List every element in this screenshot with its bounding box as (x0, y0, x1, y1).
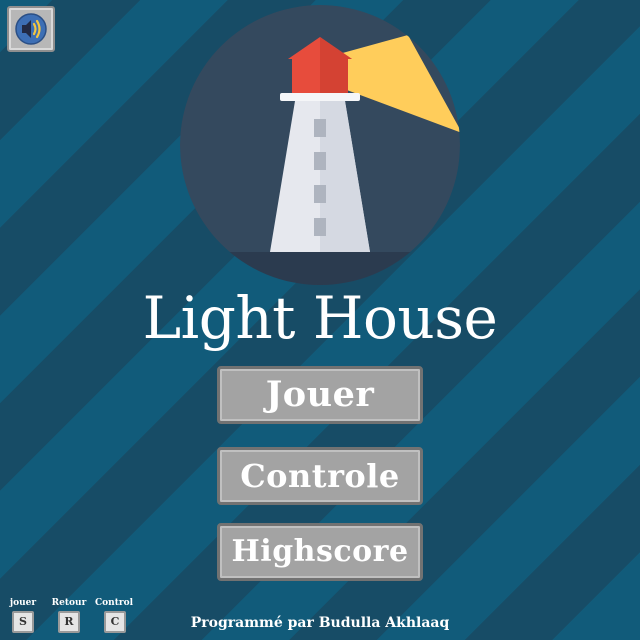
highscore-button[interactable]: Highscore (217, 523, 423, 581)
shortcut-key-controls: C (104, 611, 126, 633)
author-credit: Programmé par Budulla Akhlaaq (190, 615, 450, 631)
controls-button[interactable]: Controle (217, 447, 423, 505)
shortcut-label-back: Retour (51, 598, 87, 608)
speaker-volume-icon (15, 13, 47, 45)
game-title: Light House (142, 284, 498, 352)
lighthouse-logo (180, 5, 460, 285)
shortcut-label-controls: Control (94, 598, 134, 608)
shortcut-key-play: S (12, 611, 34, 633)
shortcut-key-back: R (58, 611, 80, 633)
lighthouse-icon (180, 5, 460, 285)
play-button[interactable]: Jouer (217, 366, 423, 424)
shortcut-label-play: jouer (9, 598, 37, 608)
sound-toggle-button[interactable] (7, 6, 55, 52)
